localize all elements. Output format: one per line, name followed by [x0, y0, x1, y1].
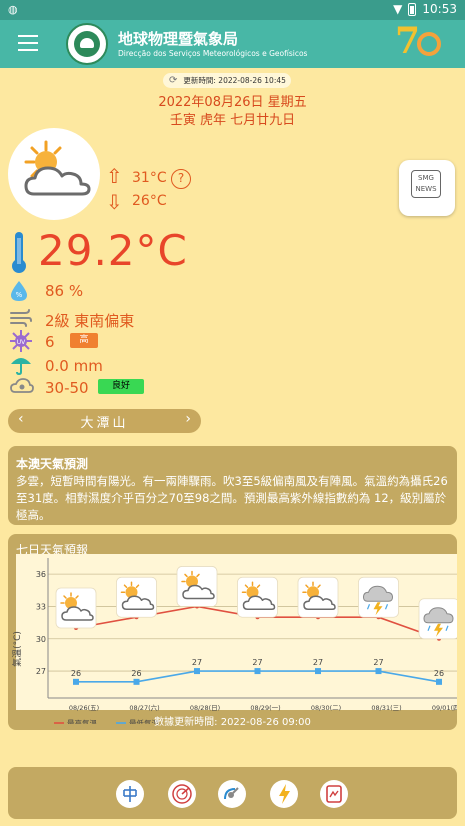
low-temp-point — [133, 678, 140, 685]
x-tick-label: 08/28(日) — [190, 704, 220, 712]
low-temp-label: 26 — [71, 669, 81, 678]
partly-cloudy-sun-icon — [116, 576, 157, 618]
uv-index-icon: UV — [10, 330, 32, 352]
wind-icon — [10, 309, 32, 327]
svg-text:%: % — [16, 291, 23, 299]
hamburger-icon[interactable] — [18, 35, 38, 51]
aqi-value: 30-50 — [45, 379, 89, 397]
seven-day-forecast-card: 七日天氣預報 36 33 30 27 氣溫(°C) 26 26 27 27 27 27 26 08… — [8, 534, 457, 730]
min-temp-arrow-icon: ⇩ — [106, 190, 123, 214]
forecast-updated-time: 數據更新時間: 2022-08-26 09:00 — [154, 717, 311, 728]
app-header: 地球物理暨氣象局 Direcção dos Serviços Meteoroló… — [0, 20, 465, 68]
rainfall-value: 0.0 mm — [45, 357, 103, 375]
weather-station-button[interactable] — [116, 780, 144, 808]
uv-level-badge: 高 — [70, 333, 98, 348]
station-name[interactable]: 大潭山 — [8, 412, 201, 431]
wifi-icon: ▼ — [393, 2, 403, 16]
uv-value: 6 — [45, 333, 55, 351]
humidity-icon: % — [11, 281, 27, 301]
status-time: 10:53 — [422, 2, 457, 16]
max-temp-arrow-icon: ⇧ — [106, 164, 123, 188]
partly-cloudy-sun-icon — [297, 576, 339, 618]
low-temp-label: 27 — [373, 658, 383, 667]
news-icon: SMG NEWS — [411, 170, 441, 198]
low-temp-label: 27 — [313, 658, 323, 667]
wind-value: 2級 東南偏東 — [45, 312, 135, 330]
update-time-chip[interactable]: ⟳ 更新時間: 2022-08-26 10:45 — [163, 73, 291, 88]
low-temp-point — [73, 678, 79, 685]
y-tick-label: 27 — [36, 667, 46, 676]
current-temperature: 29.2°C — [38, 226, 188, 275]
thunderstorm-icon — [358, 576, 399, 618]
x-tick-label: 08/29(一) — [250, 704, 280, 712]
x-tick-label: 08/31(三) — [371, 704, 401, 712]
umbrella-icon — [11, 358, 31, 375]
update-time-label: 更新時間: 2022-08-26 10:45 — [183, 76, 286, 85]
low-temp-point — [315, 668, 321, 675]
low-temp-point — [254, 668, 261, 675]
current-weather-icon — [8, 128, 100, 220]
low-temp-label: 26 — [434, 669, 444, 678]
refresh-icon[interactable]: ⟳ — [169, 75, 177, 86]
app-title: 地球物理暨氣象局 — [118, 30, 239, 48]
partly-cloudy-sun-icon — [176, 566, 218, 607]
low-temp-point — [436, 678, 442, 685]
low-temp-point — [375, 668, 382, 675]
next-station-button[interactable]: › — [185, 411, 191, 427]
max-temp: 31°C — [132, 170, 167, 186]
satellite-icon — [224, 787, 239, 800]
satellite-button[interactable] — [218, 780, 246, 808]
y-tick-label: 33 — [36, 602, 46, 611]
partly-cloudy-sun-icon — [55, 587, 97, 629]
low-temp-label: 26 — [131, 669, 141, 678]
radar-button[interactable] — [168, 780, 196, 808]
low-temp-label: 27 — [252, 658, 262, 667]
help-icon[interactable]: ? — [171, 169, 191, 189]
local-forecast-body: 多雲，短暫時間有陽光。有一兩陣驟雨。吹3至5級偏南風及有陣風。氣溫約為攝氏26至… — [16, 474, 448, 522]
lunar-date: 壬寅 虎年 七月廿九日 — [169, 113, 296, 128]
lightning-button[interactable] — [270, 780, 298, 808]
app-subtitle: Direcção dos Serviços Meteorológicos e G… — [118, 49, 308, 58]
aqi-level-badge: 良好 — [98, 379, 144, 394]
warning-report-button[interactable] — [320, 780, 348, 808]
local-forecast-title: 本澳天氣預測 — [16, 457, 89, 471]
70th-anniversary-logo: 7 — [395, 20, 447, 64]
humidity-value: 86 % — [45, 282, 84, 300]
air-quality-icon — [10, 378, 34, 393]
low-temp-label: 27 — [192, 658, 202, 667]
local-forecast-card: 本澳天氣預測 多雲，短暫時間有陽光。有一兩陣驟雨。吹3至5級偏南風及有陣風。氣溫… — [8, 446, 457, 525]
battery-icon — [408, 2, 417, 16]
y-tick-label: 30 — [36, 635, 46, 644]
svg-text:UV: UV — [17, 339, 26, 346]
notification-icon: ◍ — [8, 3, 18, 16]
station-selector: ‹ 大潭山 › — [8, 409, 201, 433]
radar-icon — [172, 784, 192, 804]
thunderstorm-icon — [418, 598, 457, 640]
smg-news-button[interactable]: SMG NEWS — [399, 160, 455, 216]
status-bar: ◍ ▼ 10:53 — [0, 0, 465, 20]
lightning-icon — [279, 784, 290, 804]
x-tick-label: 08/27(六) — [129, 703, 159, 712]
bottom-nav — [8, 767, 457, 819]
min-temp: 26°C — [132, 193, 167, 209]
y-tick-label: 36 — [36, 570, 46, 579]
smg-logo-icon — [66, 23, 108, 65]
x-tick-label: 08/30(二) — [311, 704, 341, 712]
low-temp-point — [194, 668, 200, 675]
thermometer-icon — [12, 232, 26, 273]
gregorian-date: 2022年08月26日 星期五 — [158, 95, 307, 110]
partly-cloudy-sun-icon — [24, 140, 91, 196]
warning-report-icon — [326, 785, 342, 803]
x-tick-label: 09/01(四) — [432, 704, 457, 712]
partly-cloudy-sun-icon — [237, 576, 278, 618]
seven-day-chart: 36 33 30 27 氣溫(°C) 26 26 27 27 27 27 26 08/26(五) 0… — [11, 554, 457, 724]
x-tick-label: 08/26(五) — [69, 704, 99, 712]
weather-station-icon — [123, 786, 137, 802]
y-axis-label: 氣溫(°C) — [11, 631, 23, 667]
